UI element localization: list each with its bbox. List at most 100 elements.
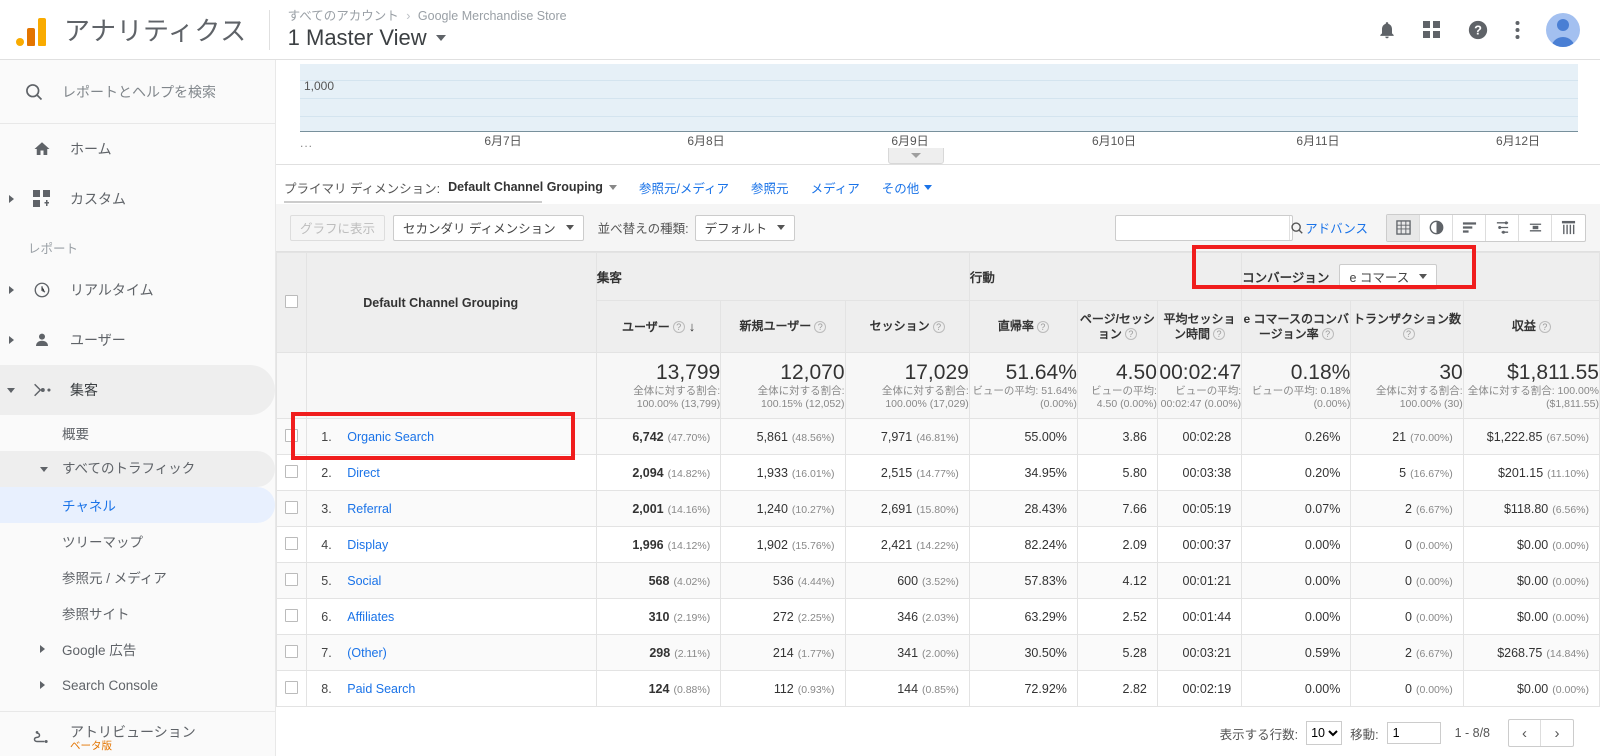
- account-selector[interactable]: すべてのアカウント › Google Merchandise Store 1 M…: [288, 8, 567, 52]
- chart-plot-area[interactable]: [300, 64, 1578, 132]
- row-checkbox[interactable]: [285, 608, 299, 622]
- row-checkbox[interactable]: [285, 680, 299, 694]
- expand-arrow-realtime[interactable]: [0, 286, 22, 294]
- pie-view-icon[interactable]: [1420, 214, 1453, 241]
- row-name-link[interactable]: Referral: [347, 502, 391, 516]
- sidebar-item-all-traffic[interactable]: すべてのトラフィック: [0, 451, 275, 487]
- row-checkbox[interactable]: [285, 572, 299, 586]
- row-checkbox-cell[interactable]: [276, 634, 308, 671]
- help-icon[interactable]: ?: [1321, 328, 1334, 341]
- dimension-link-other[interactable]: その他: [882, 178, 933, 197]
- sidebar-item-custom[interactable]: カスタム: [0, 174, 275, 224]
- column-header-avg-session-duration[interactable]: 平均セッション時間?: [1156, 300, 1243, 353]
- help-icon[interactable]: ?: [1213, 328, 1226, 341]
- help-icon[interactable]: ?: [1036, 320, 1049, 333]
- dimension-link-source[interactable]: 参照元: [751, 178, 789, 197]
- select-all-cell[interactable]: [276, 252, 308, 353]
- sort-type-button[interactable]: デフォルト: [694, 214, 796, 241]
- expand-arrow-acquisition[interactable]: [0, 387, 22, 393]
- row-name-link[interactable]: Organic Search: [347, 430, 434, 444]
- column-header-revenue[interactable]: 収益?: [1462, 300, 1600, 353]
- row-checkbox-cell[interactable]: [276, 418, 308, 455]
- row-checkbox[interactable]: [285, 428, 299, 442]
- row-name-link[interactable]: (Other): [347, 646, 387, 660]
- table-row[interactable]: 4. Display 1,996 (14.12%) 1,902 (15.76%) 2,…: [276, 526, 1600, 563]
- table-row[interactable]: 7. (Other) 298 (2.11%) 214 (1.77%) 341 (2.00…: [276, 634, 1600, 671]
- table-row[interactable]: 6. Affiliates 310 (2.19%) 272 (2.25%) 346 (2…: [276, 598, 1600, 635]
- search-icon[interactable]: [1289, 215, 1304, 240]
- sidebar-item-google-ads[interactable]: Google 広告: [0, 631, 275, 667]
- select-all-checkbox[interactable]: [285, 294, 299, 308]
- row-name-cell[interactable]: 3. Referral: [306, 490, 597, 527]
- row-checkbox-cell[interactable]: [276, 454, 308, 491]
- comparison-view-icon[interactable]: [1519, 214, 1552, 241]
- apps-grid-icon[interactable]: [1423, 20, 1441, 39]
- sidebar-item-referrals[interactable]: 参照サイト: [0, 595, 275, 631]
- help-icon[interactable]: ?: [1402, 328, 1415, 341]
- pivot-view-icon[interactable]: [1552, 215, 1585, 241]
- row-name-cell[interactable]: 1. Organic Search: [306, 418, 597, 455]
- row-checkbox-cell[interactable]: [276, 526, 308, 563]
- performance-view-icon[interactable]: [1486, 214, 1519, 241]
- table-search[interactable]: [1115, 214, 1303, 241]
- row-checkbox-cell[interactable]: [276, 490, 308, 527]
- help-icon[interactable]: ?: [1538, 320, 1551, 333]
- secondary-dimension-button[interactable]: セカンダリ ディメンション: [393, 214, 584, 241]
- help-icon[interactable]: ?: [1467, 19, 1489, 41]
- sidebar-item-home[interactable]: ホーム: [0, 124, 275, 174]
- help-icon[interactable]: ?: [1124, 328, 1137, 341]
- column-header-sessions[interactable]: セッション?: [844, 300, 970, 353]
- row-name-cell[interactable]: 6. Affiliates: [306, 598, 597, 635]
- row-checkbox[interactable]: [285, 464, 299, 478]
- column-header-bounce-rate[interactable]: 直帰率?: [968, 300, 1078, 353]
- help-icon[interactable]: ?: [932, 320, 945, 333]
- column-header-transactions[interactable]: トランザクション数?: [1350, 300, 1464, 353]
- ecommerce-select[interactable]: e コマース: [1339, 263, 1438, 290]
- expand-arrow-search-console[interactable]: [40, 681, 62, 689]
- row-checkbox-cell[interactable]: [276, 598, 308, 635]
- table-row[interactable]: 1. Organic Search 6,742 (47.70%) 5,861 (48.…: [276, 418, 1600, 455]
- row-name-link[interactable]: Paid Search: [347, 682, 415, 696]
- table-row[interactable]: 5. Social 568 (4.02%) 536 (4.44%) 600 (3.52%…: [276, 562, 1600, 599]
- row-checkbox[interactable]: [285, 536, 299, 550]
- expand-arrow-google-ads[interactable]: [40, 645, 62, 653]
- sidebar-item-overview[interactable]: 概要: [0, 415, 275, 451]
- expand-arrow-users[interactable]: [0, 336, 22, 344]
- column-header-users[interactable]: ユーザー? ↓: [595, 300, 722, 353]
- search-input[interactable]: [1116, 215, 1290, 240]
- primary-dimension-current[interactable]: Default Channel Grouping: [448, 180, 617, 194]
- row-name-cell[interactable]: 2. Direct: [306, 454, 597, 491]
- dimension-column-header[interactable]: Default Channel Grouping: [306, 252, 597, 353]
- row-name-link[interactable]: Affiliates: [347, 610, 394, 624]
- expand-arrow-all-traffic[interactable]: [40, 466, 62, 472]
- column-header-ecommerce-conversion-rate[interactable]: e コマースのコンバージョン率?: [1241, 300, 1352, 353]
- sidebar-item-attribution[interactable]: アトリビューション ベータ版: [0, 712, 275, 756]
- row-name-cell[interactable]: 5. Social: [306, 562, 597, 599]
- row-name-link[interactable]: Social: [347, 574, 381, 588]
- row-checkbox-cell[interactable]: [276, 562, 308, 599]
- row-checkbox-cell[interactable]: [276, 670, 308, 707]
- table-row[interactable]: 2. Direct 2,094 (14.82%) 1,933 (16.01%) 2,5…: [276, 454, 1600, 491]
- help-icon[interactable]: ?: [814, 320, 827, 333]
- sidebar-search[interactable]: レポートとヘルプを検索: [0, 60, 275, 124]
- help-icon[interactable]: ?: [672, 321, 685, 334]
- avatar[interactable]: [1546, 12, 1580, 47]
- dimension-link-medium[interactable]: メディア: [811, 178, 860, 197]
- row-name-link[interactable]: Display: [347, 538, 388, 552]
- row-name-link[interactable]: Direct: [347, 466, 380, 480]
- row-name-cell[interactable]: 7. (Other): [306, 634, 597, 671]
- chevron-right-icon[interactable]: ›: [1541, 720, 1573, 746]
- row-checkbox[interactable]: [285, 644, 299, 658]
- row-checkbox[interactable]: [285, 500, 299, 514]
- expand-arrow-custom[interactable]: [0, 195, 22, 203]
- sidebar-item-channels[interactable]: チャネル: [0, 487, 275, 523]
- table-view-icon[interactable]: [1387, 214, 1420, 241]
- table-row[interactable]: 8. Paid Search 124 (0.88%) 112 (0.93%) 144(…: [276, 670, 1600, 707]
- sidebar-item-acquisition[interactable]: 集客: [0, 365, 275, 415]
- more-vert-icon[interactable]: [1515, 20, 1520, 40]
- column-header-new-users[interactable]: 新規ユーザー?: [720, 300, 846, 353]
- sidebar-item-search-console[interactable]: Search Console: [0, 667, 275, 703]
- sidebar-item-source-medium[interactable]: 参照元 / メディア: [0, 559, 275, 595]
- chart-collapse-handle[interactable]: [888, 148, 944, 164]
- column-header-pages-per-session[interactable]: ページ/セッション?: [1076, 300, 1158, 353]
